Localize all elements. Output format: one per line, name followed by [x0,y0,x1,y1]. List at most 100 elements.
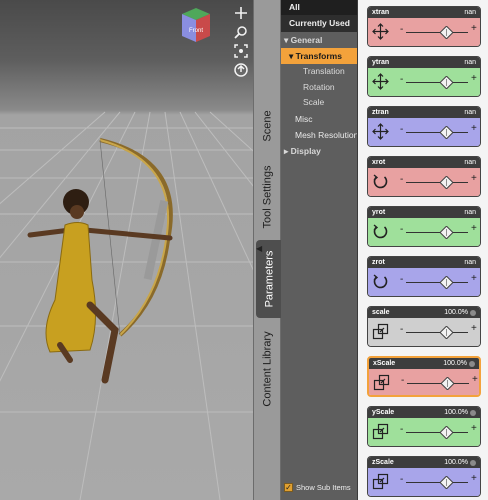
tree-item-translation[interactable]: Translation [281,64,357,80]
tree-item-scale[interactable]: Scale [281,95,357,111]
slider-knob-icon[interactable] [439,475,454,490]
slider-track[interactable] [406,32,468,33]
decrement-button[interactable]: - [400,24,403,35]
param-slider-area[interactable]: - + [368,218,480,246]
param-slider-area[interactable]: - + [368,418,480,446]
decrement-button[interactable]: - [400,324,403,335]
tree-item-mesh-resolution[interactable]: Mesh Resolution [281,127,357,143]
tab-content-library[interactable]: Content Library [254,320,281,418]
param-value[interactable]: nan [464,109,476,116]
slider-track[interactable] [406,482,468,483]
param-zrot[interactable]: zrot nan - + [367,256,481,297]
frame-icon[interactable] [234,44,248,58]
increment-button[interactable]: + [471,73,477,84]
slider-knob-icon[interactable] [440,376,455,391]
decrement-button[interactable]: - [400,124,403,135]
param-xrot[interactable]: xrot nan - + [367,156,481,197]
param-slider-area[interactable]: - + [368,468,480,496]
increment-button[interactable]: + [472,374,478,385]
slider-track[interactable] [406,332,468,333]
decrement-button[interactable]: - [400,74,403,85]
decrement-button[interactable]: - [400,174,403,185]
decrement-button[interactable]: - [400,474,403,485]
param-slider-area[interactable]: - + [368,318,480,346]
lock-icon[interactable] [470,309,476,316]
param-slider-area[interactable]: - + [369,369,479,395]
param-value[interactable]: nan [464,259,476,266]
slider-knob-icon[interactable] [439,425,454,440]
tree-item-rotation[interactable]: Rotation [281,80,357,96]
slider-track[interactable] [406,132,468,133]
param-header: yScale 100.0% [368,407,480,418]
param-value[interactable]: 100.0% [444,309,468,316]
slider-track[interactable] [406,282,468,283]
tab-tool-settings[interactable]: Tool Settings [254,156,281,238]
lock-icon[interactable] [470,459,476,466]
slider-track[interactable] [407,383,469,384]
param-value[interactable]: 100.0% [444,459,468,466]
slider-track[interactable] [406,432,468,433]
param-xtran[interactable]: xtran nan - + [367,6,481,47]
increment-button[interactable]: + [471,473,477,484]
parameter-list: xtran nan - + ytran nan - + ztran nan - + xrot nan - + y… [358,0,488,500]
param-value[interactable]: 100.0% [444,409,468,416]
show-sub-items-checkbox[interactable]: ✓ Show Sub Items [284,483,351,492]
param-slider-area[interactable]: - + [368,118,480,146]
slider-track[interactable] [406,232,468,233]
increment-button[interactable]: + [471,173,477,184]
param-yrot[interactable]: yrot nan - + [367,206,481,247]
param-value[interactable]: nan [464,209,476,216]
tree-item-transforms[interactable]: ▾ Transforms [281,48,357,64]
slider-knob-icon[interactable] [439,25,454,40]
tree-item-misc[interactable]: Misc [281,111,357,127]
tab-scene[interactable]: Scene [254,96,281,156]
param-value[interactable]: nan [464,59,476,66]
slider-knob-icon[interactable] [439,325,454,340]
param-value[interactable]: 100.0% [443,360,467,367]
param-scale[interactable]: scale 100.0% - + [367,306,481,347]
tree-item-currently-used[interactable]: Currently Used [281,15,357,32]
orbit-icon[interactable] [234,6,248,20]
increment-button[interactable]: + [471,123,477,134]
param-slider-area[interactable]: - + [368,268,480,296]
tree-item-all[interactable]: All [281,0,357,15]
slider-knob-icon[interactable] [439,225,454,240]
lock-icon[interactable] [470,409,476,416]
archer-figure[interactable] [20,130,200,405]
increment-button[interactable]: + [471,423,477,434]
param-ztran[interactable]: ztran nan - + [367,106,481,147]
zoom-icon[interactable] [234,25,248,39]
slider-knob-icon[interactable] [439,75,454,90]
decrement-button[interactable]: - [400,424,403,435]
param-value[interactable]: nan [464,159,476,166]
slider-track[interactable] [406,82,468,83]
param-slider-area[interactable]: - + [368,68,480,96]
param-label: yScale [372,409,395,416]
param-ytran[interactable]: ytran nan - + [367,56,481,97]
view-cube[interactable]: Front [178,6,214,44]
param-slider-area[interactable]: - + [368,18,480,46]
param-yscale[interactable]: yScale 100.0% - + [367,406,481,447]
slider-knob-icon[interactable] [439,125,454,140]
decrement-button[interactable]: - [400,274,403,285]
decrement-button[interactable]: - [401,375,404,386]
reset-view-icon[interactable] [234,63,248,77]
tree-item-display[interactable]: ▸ Display [281,143,357,159]
slider-track[interactable] [406,182,468,183]
increment-button[interactable]: + [471,23,477,34]
lock-icon[interactable] [469,360,475,367]
increment-button[interactable]: + [471,323,477,334]
decrement-button[interactable]: - [400,224,403,235]
3d-viewport[interactable]: Front [0,0,253,500]
collapse-pane-icon[interactable]: ◀ [256,244,262,253]
param-slider-area[interactable]: - + [368,168,480,196]
slider-knob-icon[interactable] [439,275,454,290]
increment-button[interactable]: + [471,273,477,284]
slider-knob-icon[interactable] [439,175,454,190]
param-xscale[interactable]: xScale 100.0% - + [367,356,481,397]
param-label: xtran [372,9,390,16]
param-zscale[interactable]: zScale 100.0% - + [367,456,481,497]
increment-button[interactable]: + [471,223,477,234]
param-value[interactable]: nan [464,9,476,16]
tree-item-general[interactable]: ▾ General [281,32,357,48]
